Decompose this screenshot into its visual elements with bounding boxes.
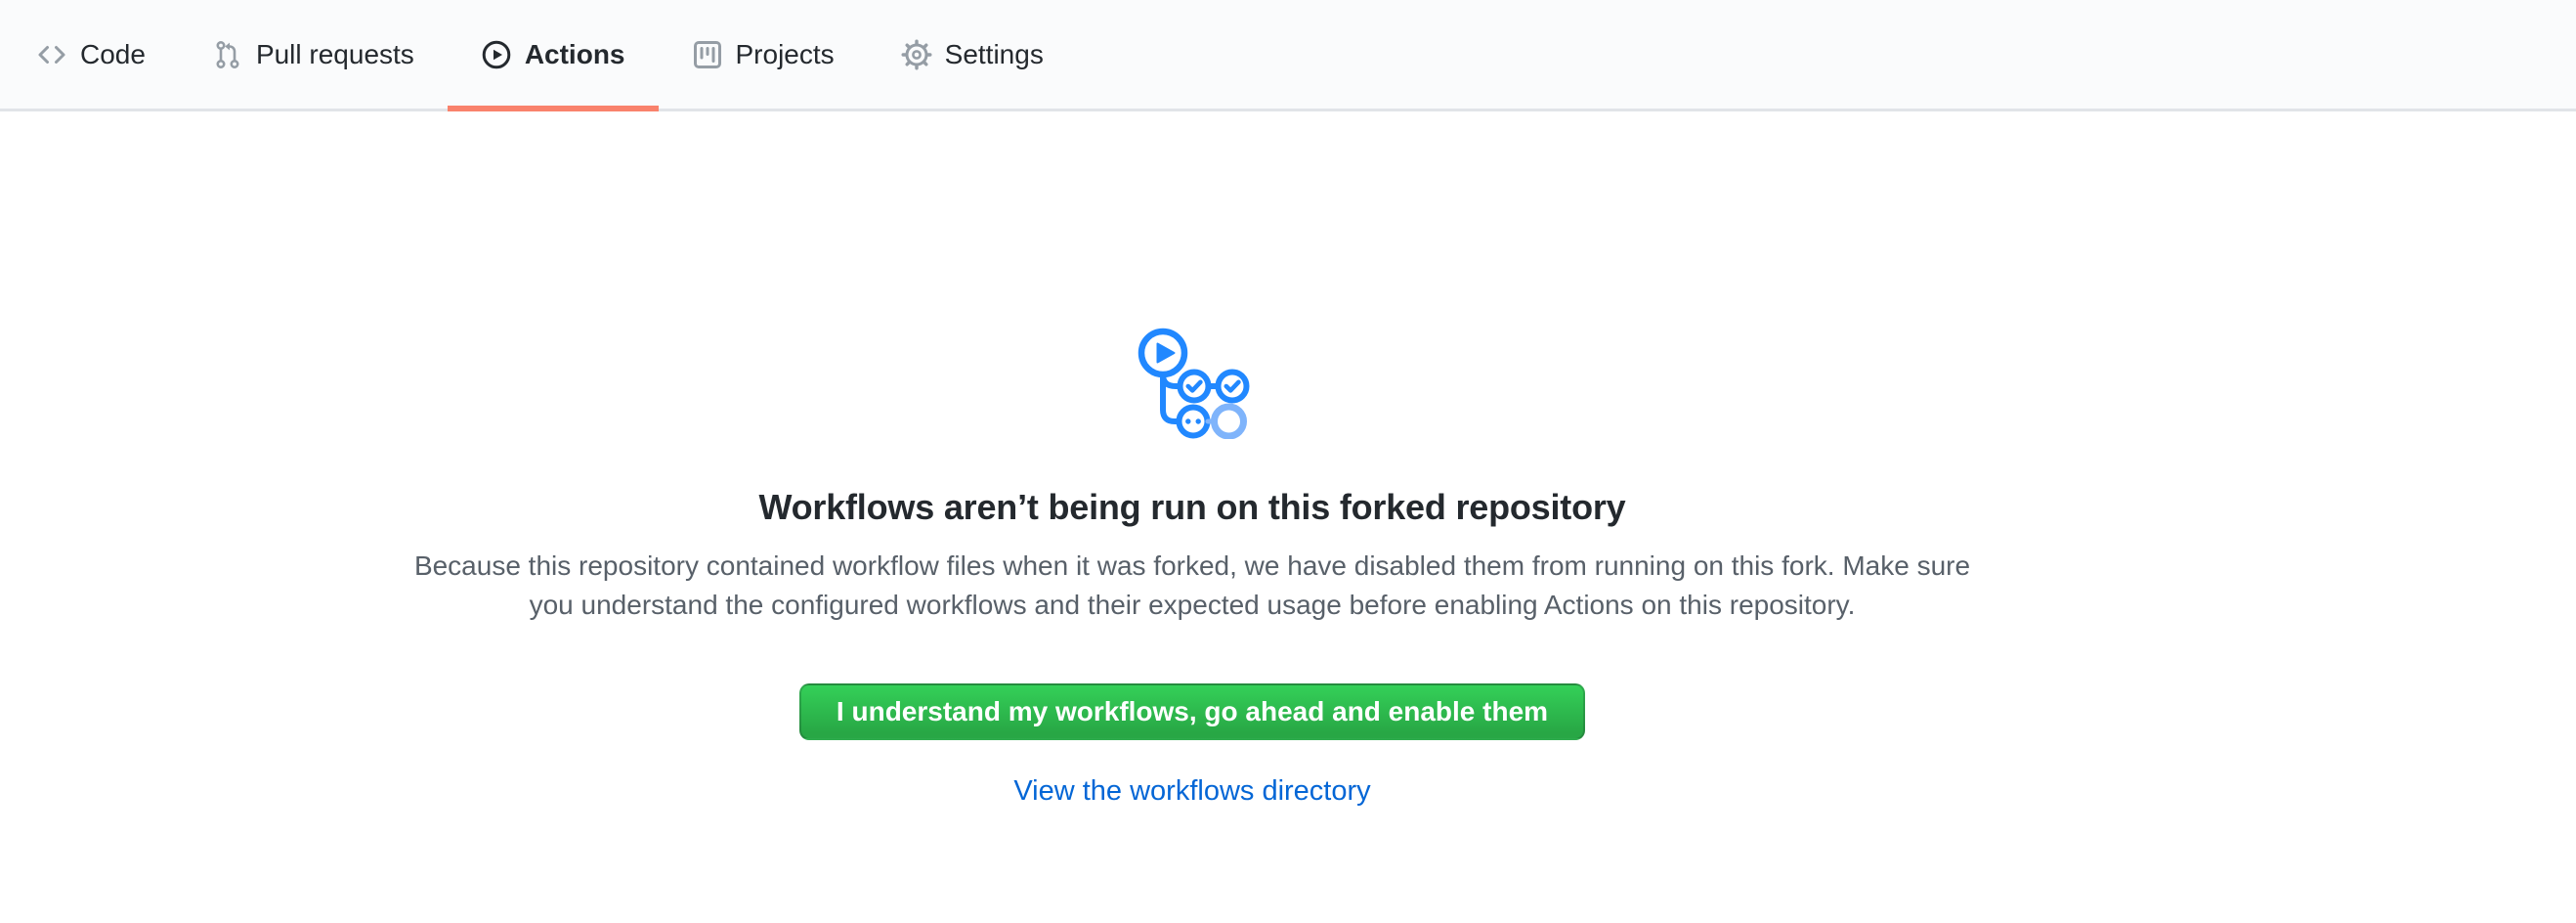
tab-settings[interactable]: Settings (868, 0, 1077, 109)
enable-workflows-button[interactable]: I understand my workflows, go ahead and … (799, 683, 1585, 740)
tab-label: Code (80, 41, 146, 68)
project-icon (692, 39, 723, 70)
view-workflows-directory-link[interactable]: View the workflows directory (1013, 773, 1370, 809)
tab-label: Actions (525, 41, 625, 68)
play-icon (481, 39, 512, 70)
workflow-graph-icon (1134, 324, 1251, 439)
actions-blankslate: Workflows aren’t being run on this forke… (391, 111, 1994, 809)
blankslate-description: Because this repository contained workfl… (391, 547, 1994, 625)
repo-tab-bar: Code Pull requests Actions Projects (0, 0, 2576, 111)
tab-pull-requests[interactable]: Pull requests (179, 0, 448, 109)
actions-page: Workflows aren’t being run on this forke… (0, 111, 2576, 809)
gear-icon (901, 39, 932, 70)
tab-actions[interactable]: Actions (448, 0, 659, 109)
tab-label: Pull requests (256, 41, 414, 68)
git-pull-request-icon (212, 39, 243, 70)
tab-label: Projects (736, 41, 835, 68)
tab-label: Settings (945, 41, 1044, 68)
tab-projects[interactable]: Projects (659, 0, 868, 109)
code-icon (36, 39, 67, 70)
blankslate-title: Workflows aren’t being run on this forke… (391, 486, 1994, 529)
tab-code[interactable]: Code (3, 0, 179, 109)
